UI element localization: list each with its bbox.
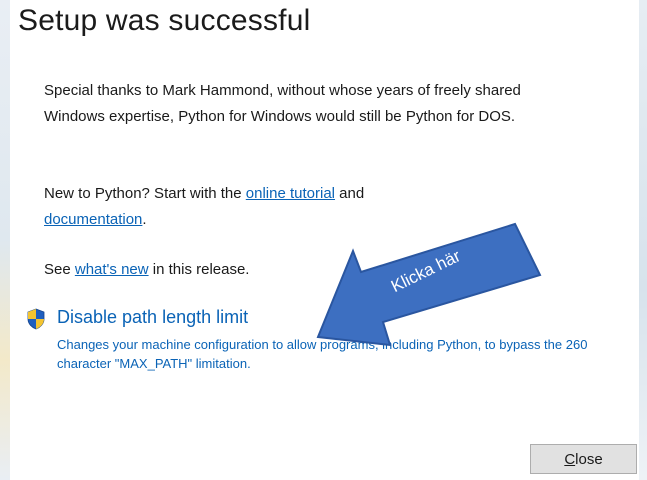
online-tutorial-link[interactable]: online tutorial bbox=[246, 185, 335, 202]
new-to-python-paragraph: New to Python? Start with the online tut… bbox=[44, 181, 564, 233]
annotation-arrow bbox=[316, 222, 542, 347]
annotation-arrow-shape bbox=[316, 222, 542, 347]
new-to-python-middle: and bbox=[335, 185, 365, 202]
close-button-label-rest: lose bbox=[575, 450, 603, 468]
disable-path-limit-description[interactable]: Changes your machine configuration to al… bbox=[57, 335, 617, 373]
close-button[interactable]: Close bbox=[530, 444, 637, 474]
background-edge-left bbox=[0, 0, 10, 480]
whats-new-suffix: in this release. bbox=[148, 261, 250, 278]
whats-new-link[interactable]: what's new bbox=[75, 261, 149, 278]
new-to-python-suffix: . bbox=[142, 211, 147, 228]
disable-path-limit-link[interactable]: Disable path length limit bbox=[57, 307, 248, 328]
background-edge-right bbox=[639, 0, 647, 480]
whats-new-prefix: See bbox=[44, 261, 75, 278]
whats-new-paragraph: See what's new in this release. bbox=[44, 257, 564, 283]
uac-shield-icon bbox=[27, 308, 45, 330]
thanks-paragraph: Special thanks to Mark Hammond, without … bbox=[44, 82, 521, 125]
close-button-mnemonic: C bbox=[564, 450, 576, 468]
documentation-link[interactable]: documentation bbox=[44, 211, 142, 228]
new-to-python-prefix: New to Python? Start with the bbox=[44, 185, 246, 202]
page-title: Setup was successful bbox=[18, 4, 311, 37]
